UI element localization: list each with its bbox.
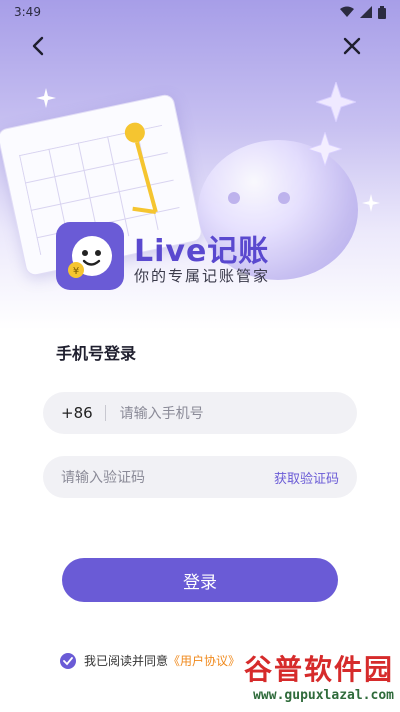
sparkle-icon bbox=[36, 88, 56, 108]
back-button[interactable] bbox=[22, 30, 54, 62]
app-subtitle: 你的专属记账管家 bbox=[134, 267, 271, 285]
smiley-mascot-icon: ¥ bbox=[68, 236, 112, 278]
phone-input[interactable]: 请输入手机号 bbox=[120, 403, 204, 423]
close-button[interactable] bbox=[336, 30, 368, 62]
status-bar: 3:49 bbox=[0, 0, 400, 24]
agreement-checkbox[interactable] bbox=[60, 652, 76, 669]
chevron-left-icon bbox=[32, 36, 44, 56]
sparkle-icon bbox=[362, 194, 380, 212]
divider bbox=[104, 405, 106, 421]
login-button[interactable]: 登录 bbox=[62, 558, 338, 602]
phone-field[interactable]: +86 请输入手机号 bbox=[43, 392, 357, 434]
signal-icon bbox=[360, 6, 372, 18]
user-agreement-link[interactable]: 《用户协议》 bbox=[168, 652, 240, 669]
check-icon bbox=[63, 656, 73, 665]
wifi-icon bbox=[340, 6, 354, 17]
svg-text:¥: ¥ bbox=[73, 266, 79, 277]
star-icon bbox=[308, 132, 342, 166]
code-field[interactable]: 请输入验证码 获取验证码 bbox=[43, 456, 357, 498]
section-title: 手机号登录 bbox=[56, 344, 137, 363]
watermark-url: www.gupuxlazal.com bbox=[253, 688, 394, 703]
get-code-button[interactable]: 获取验证码 bbox=[274, 468, 339, 487]
app-title: Live记账 bbox=[134, 234, 270, 269]
app-logo: ¥ bbox=[56, 222, 124, 290]
star-icon bbox=[316, 82, 356, 122]
agreement-row: 我已阅读并同意 《用户协议》 bbox=[60, 652, 240, 669]
country-code[interactable]: +86 bbox=[61, 404, 93, 422]
code-input[interactable]: 请输入验证码 bbox=[61, 467, 145, 487]
battery-icon bbox=[378, 5, 386, 19]
status-time: 3:49 bbox=[14, 5, 41, 19]
agreement-text: 我已阅读并同意 bbox=[84, 654, 169, 668]
close-icon bbox=[343, 37, 361, 55]
